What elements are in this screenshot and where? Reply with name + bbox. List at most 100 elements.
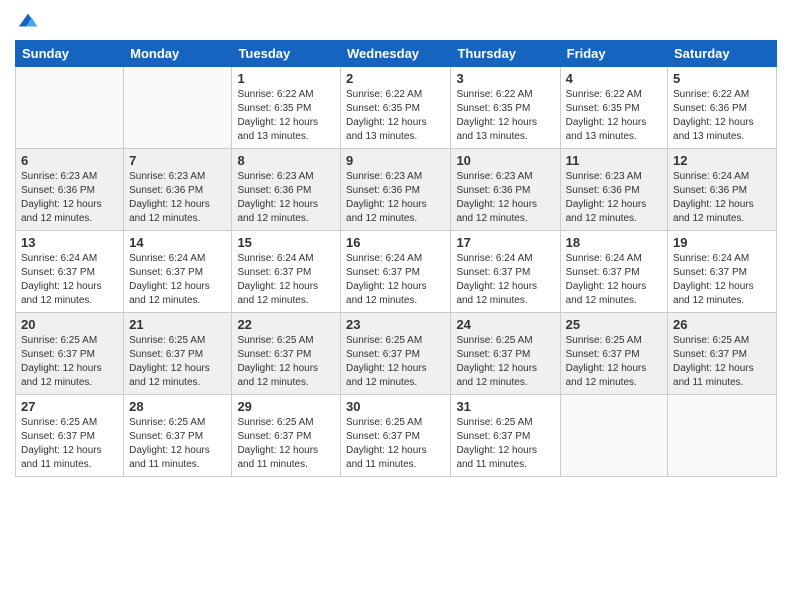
day-detail: Sunrise: 6:24 AMSunset: 6:37 PMDaylight:… (129, 252, 226, 308)
calendar-day-26: 26 Sunrise: 6:25 AMSunset: 6:37 PMDayligh… (668, 313, 777, 395)
weekday-header-saturday: Saturday (668, 41, 777, 67)
calendar-day-15: 15 Sunrise: 6:24 AMSunset: 6:37 PMDayligh… (232, 231, 341, 313)
day-detail: Sunrise: 6:23 AMSunset: 6:36 PMDaylight:… (456, 170, 554, 226)
day-number: 20 (21, 317, 118, 332)
day-number: 30 (346, 399, 445, 414)
calendar-day-12: 12 Sunrise: 6:24 AMSunset: 6:36 PMDayligh… (668, 149, 777, 231)
day-detail: Sunrise: 6:24 AMSunset: 6:37 PMDaylight:… (566, 252, 662, 308)
day-detail: Sunrise: 6:24 AMSunset: 6:36 PMDaylight:… (673, 170, 771, 226)
calendar-day-25: 25Sunrise: 6:25 AMSunset: 6:37 PMDayligh… (560, 313, 667, 395)
calendar-day-empty (668, 395, 777, 477)
calendar-day-28: 28 Sunrise: 6:25 AMSunset: 6:37 PMDayligh… (124, 395, 232, 477)
calendar-day-1: 1Sunrise: 6:22 AMSunset: 6:35 PMDaylight… (232, 67, 341, 149)
day-detail: Sunrise: 6:25 AMSunset: 6:37 PMDaylight:… (237, 334, 335, 390)
calendar-day-16: 16 Sunrise: 6:24 AMSunset: 6:37 PMDayligh… (341, 231, 451, 313)
calendar-day-11: 11Sunrise: 6:23 AMSunset: 6:36 PMDayligh… (560, 149, 667, 231)
calendar-day-24: 24Sunrise: 6:25 AMSunset: 6:37 PMDayligh… (451, 313, 560, 395)
calendar-week-row: 1 Sunrise: 6:22 AMSunset: 6:35 PMDaylight… (16, 67, 777, 149)
calendar-day-2: 2Sunrise: 6:22 AMSunset: 6:35 PMDaylight… (341, 67, 451, 149)
weekday-header-row: SundayMondayTuesdayWednesdayThursdayFrid… (16, 41, 777, 67)
day-detail: Sunrise: 6:24 AMSunset: 6:37 PMDaylight:… (21, 252, 118, 308)
day-detail: Sunrise: 6:25 AMSunset: 6:37 PMDaylight:… (21, 416, 118, 472)
day-detail: Sunrise: 6:25 AMSunset: 6:37 PMDaylight:… (673, 334, 771, 390)
day-number: 13 (21, 235, 118, 250)
day-detail: Sunrise: 6:23 AMSunset: 6:36 PMDaylight:… (237, 170, 335, 226)
day-number: 5 (673, 71, 771, 86)
day-detail: Sunrise: 6:25 AMSunset: 6:37 PMDaylight:… (346, 416, 445, 472)
weekday-header-thursday: Thursday (451, 41, 560, 67)
weekday-header-tuesday: Tuesday (232, 41, 341, 67)
day-detail: Sunrise: 6:24 AMSunset: 6:37 PMDaylight:… (237, 252, 335, 308)
day-number: 10 (456, 153, 554, 168)
logo (15, 10, 39, 32)
day-number: 23 (346, 317, 445, 332)
day-detail: Sunrise: 6:25 AMSunset: 6:37 PMDaylight:… (129, 334, 226, 390)
calendar-week-row: 13 Sunrise: 6:24 AMSunset: 6:37 PMDayligh… (16, 231, 777, 313)
day-number: 24 (456, 317, 554, 332)
calendar-day-17: 17 Sunrise: 6:24 AMSunset: 6:37 PMDayligh… (451, 231, 560, 313)
calendar-day-10: 10 Sunrise: 6:23 AMSunset: 6:36 PMDayligh… (451, 149, 560, 231)
day-number: 1 (237, 71, 335, 86)
day-detail: Sunrise: 6:23 AMSunset: 6:36 PMDaylight:… (346, 170, 445, 226)
day-number: 17 (456, 235, 554, 250)
day-number: 26 (673, 317, 771, 332)
day-detail: Sunrise: 6:22 AMSunset: 6:35 PMDaylight:… (456, 88, 554, 144)
calendar-table: SundayMondayTuesdayWednesdayThursdayFrid… (15, 40, 777, 477)
calendar-day-30: 30 Sunrise: 6:25 AMSunset: 6:37 PMDayligh… (341, 395, 451, 477)
day-detail: Sunrise: 6:25 AMSunset: 6:37 PMDaylight:… (237, 416, 335, 472)
day-number: 2 (346, 71, 445, 86)
calendar-day-13: 13 Sunrise: 6:24 AMSunset: 6:37 PMDayligh… (16, 231, 124, 313)
day-number: 8 (237, 153, 335, 168)
day-detail: Sunrise: 6:25 AMSunset: 6:37 PMDaylight:… (129, 416, 226, 472)
calendar-day-18: 18 Sunrise: 6:24 AMSunset: 6:37 PMDayligh… (560, 231, 667, 313)
calendar-day-14: 14 Sunrise: 6:24 AMSunset: 6:37 PMDayligh… (124, 231, 232, 313)
day-number: 3 (456, 71, 554, 86)
day-number: 14 (129, 235, 226, 250)
day-detail: Sunrise: 6:22 AMSunset: 6:35 PMDaylight:… (566, 88, 662, 144)
day-detail: Sunrise: 6:24 AMSunset: 6:37 PMDaylight:… (456, 252, 554, 308)
logo-icon (17, 10, 39, 32)
day-number: 4 (566, 71, 662, 86)
day-detail: Sunrise: 6:23 AMSunset: 6:36 PMDaylight:… (21, 170, 118, 226)
calendar-week-row: 20 Sunrise: 6:25 AMSunset: 6:37 PMDayligh… (16, 313, 777, 395)
day-number: 31 (456, 399, 554, 414)
calendar-day-20: 20 Sunrise: 6:25 AMSunset: 6:37 PMDayligh… (16, 313, 124, 395)
day-number: 28 (129, 399, 226, 414)
calendar-day-29: 29 Sunrise: 6:25 AMSunset: 6:37 PMDayligh… (232, 395, 341, 477)
day-number: 29 (237, 399, 335, 414)
day-number: 15 (237, 235, 335, 250)
day-detail: Sunrise: 6:25 AMSunset: 6:37 PMDaylight:… (456, 416, 554, 472)
day-detail: Sunrise: 6:24 AMSunset: 6:37 PMDaylight:… (346, 252, 445, 308)
calendar-day-empty (16, 67, 124, 149)
day-number: 21 (129, 317, 226, 332)
day-number: 27 (21, 399, 118, 414)
calendar-day-27: 27 Sunrise: 6:25 AMSunset: 6:37 PMDayligh… (16, 395, 124, 477)
calendar-day-empty (560, 395, 667, 477)
weekday-header-wednesday: Wednesday (341, 41, 451, 67)
day-number: 18 (566, 235, 662, 250)
calendar-day-9: 9 Sunrise: 6:23 AMSunset: 6:36 PMDaylight… (341, 149, 451, 231)
calendar-day-empty (124, 67, 232, 149)
day-detail: Sunrise: 6:23 AMSunset: 6:36 PMDaylight:… (129, 170, 226, 226)
calendar-day-23: 23Sunrise: 6:25 AMSunset: 6:37 PMDayligh… (341, 313, 451, 395)
calendar-day-31: 31 Sunrise: 6:25 AMSunset: 6:37 PMDayligh… (451, 395, 560, 477)
calendar-day-22: 22 Sunrise: 6:25 AMSunset: 6:37 PMDayligh… (232, 313, 341, 395)
header (15, 10, 777, 32)
calendar-day-8: 8 Sunrise: 6:23 AMSunset: 6:36 PMDaylight… (232, 149, 341, 231)
calendar-day-7: 7Sunrise: 6:23 AMSunset: 6:36 PMDaylight… (124, 149, 232, 231)
calendar-day-19: 19Sunrise: 6:24 AMSunset: 6:37 PMDayligh… (668, 231, 777, 313)
day-number: 12 (673, 153, 771, 168)
day-number: 6 (21, 153, 118, 168)
day-number: 16 (346, 235, 445, 250)
day-number: 22 (237, 317, 335, 332)
calendar-week-row: 27 Sunrise: 6:25 AMSunset: 6:37 PMDayligh… (16, 395, 777, 477)
calendar-day-21: 21 Sunrise: 6:25 AMSunset: 6:37 PMDayligh… (124, 313, 232, 395)
day-detail: Sunrise: 6:23 AMSunset: 6:36 PMDaylight:… (566, 170, 662, 226)
weekday-header-friday: Friday (560, 41, 667, 67)
calendar-day-3: 3 Sunrise: 6:22 AMSunset: 6:35 PMDaylight… (451, 67, 560, 149)
day-number: 9 (346, 153, 445, 168)
day-detail: Sunrise: 6:25 AMSunset: 6:37 PMDaylight:… (21, 334, 118, 390)
day-number: 19 (673, 235, 771, 250)
weekday-header-monday: Monday (124, 41, 232, 67)
calendar-week-row: 6 Sunrise: 6:23 AMSunset: 6:36 PMDaylight… (16, 149, 777, 231)
